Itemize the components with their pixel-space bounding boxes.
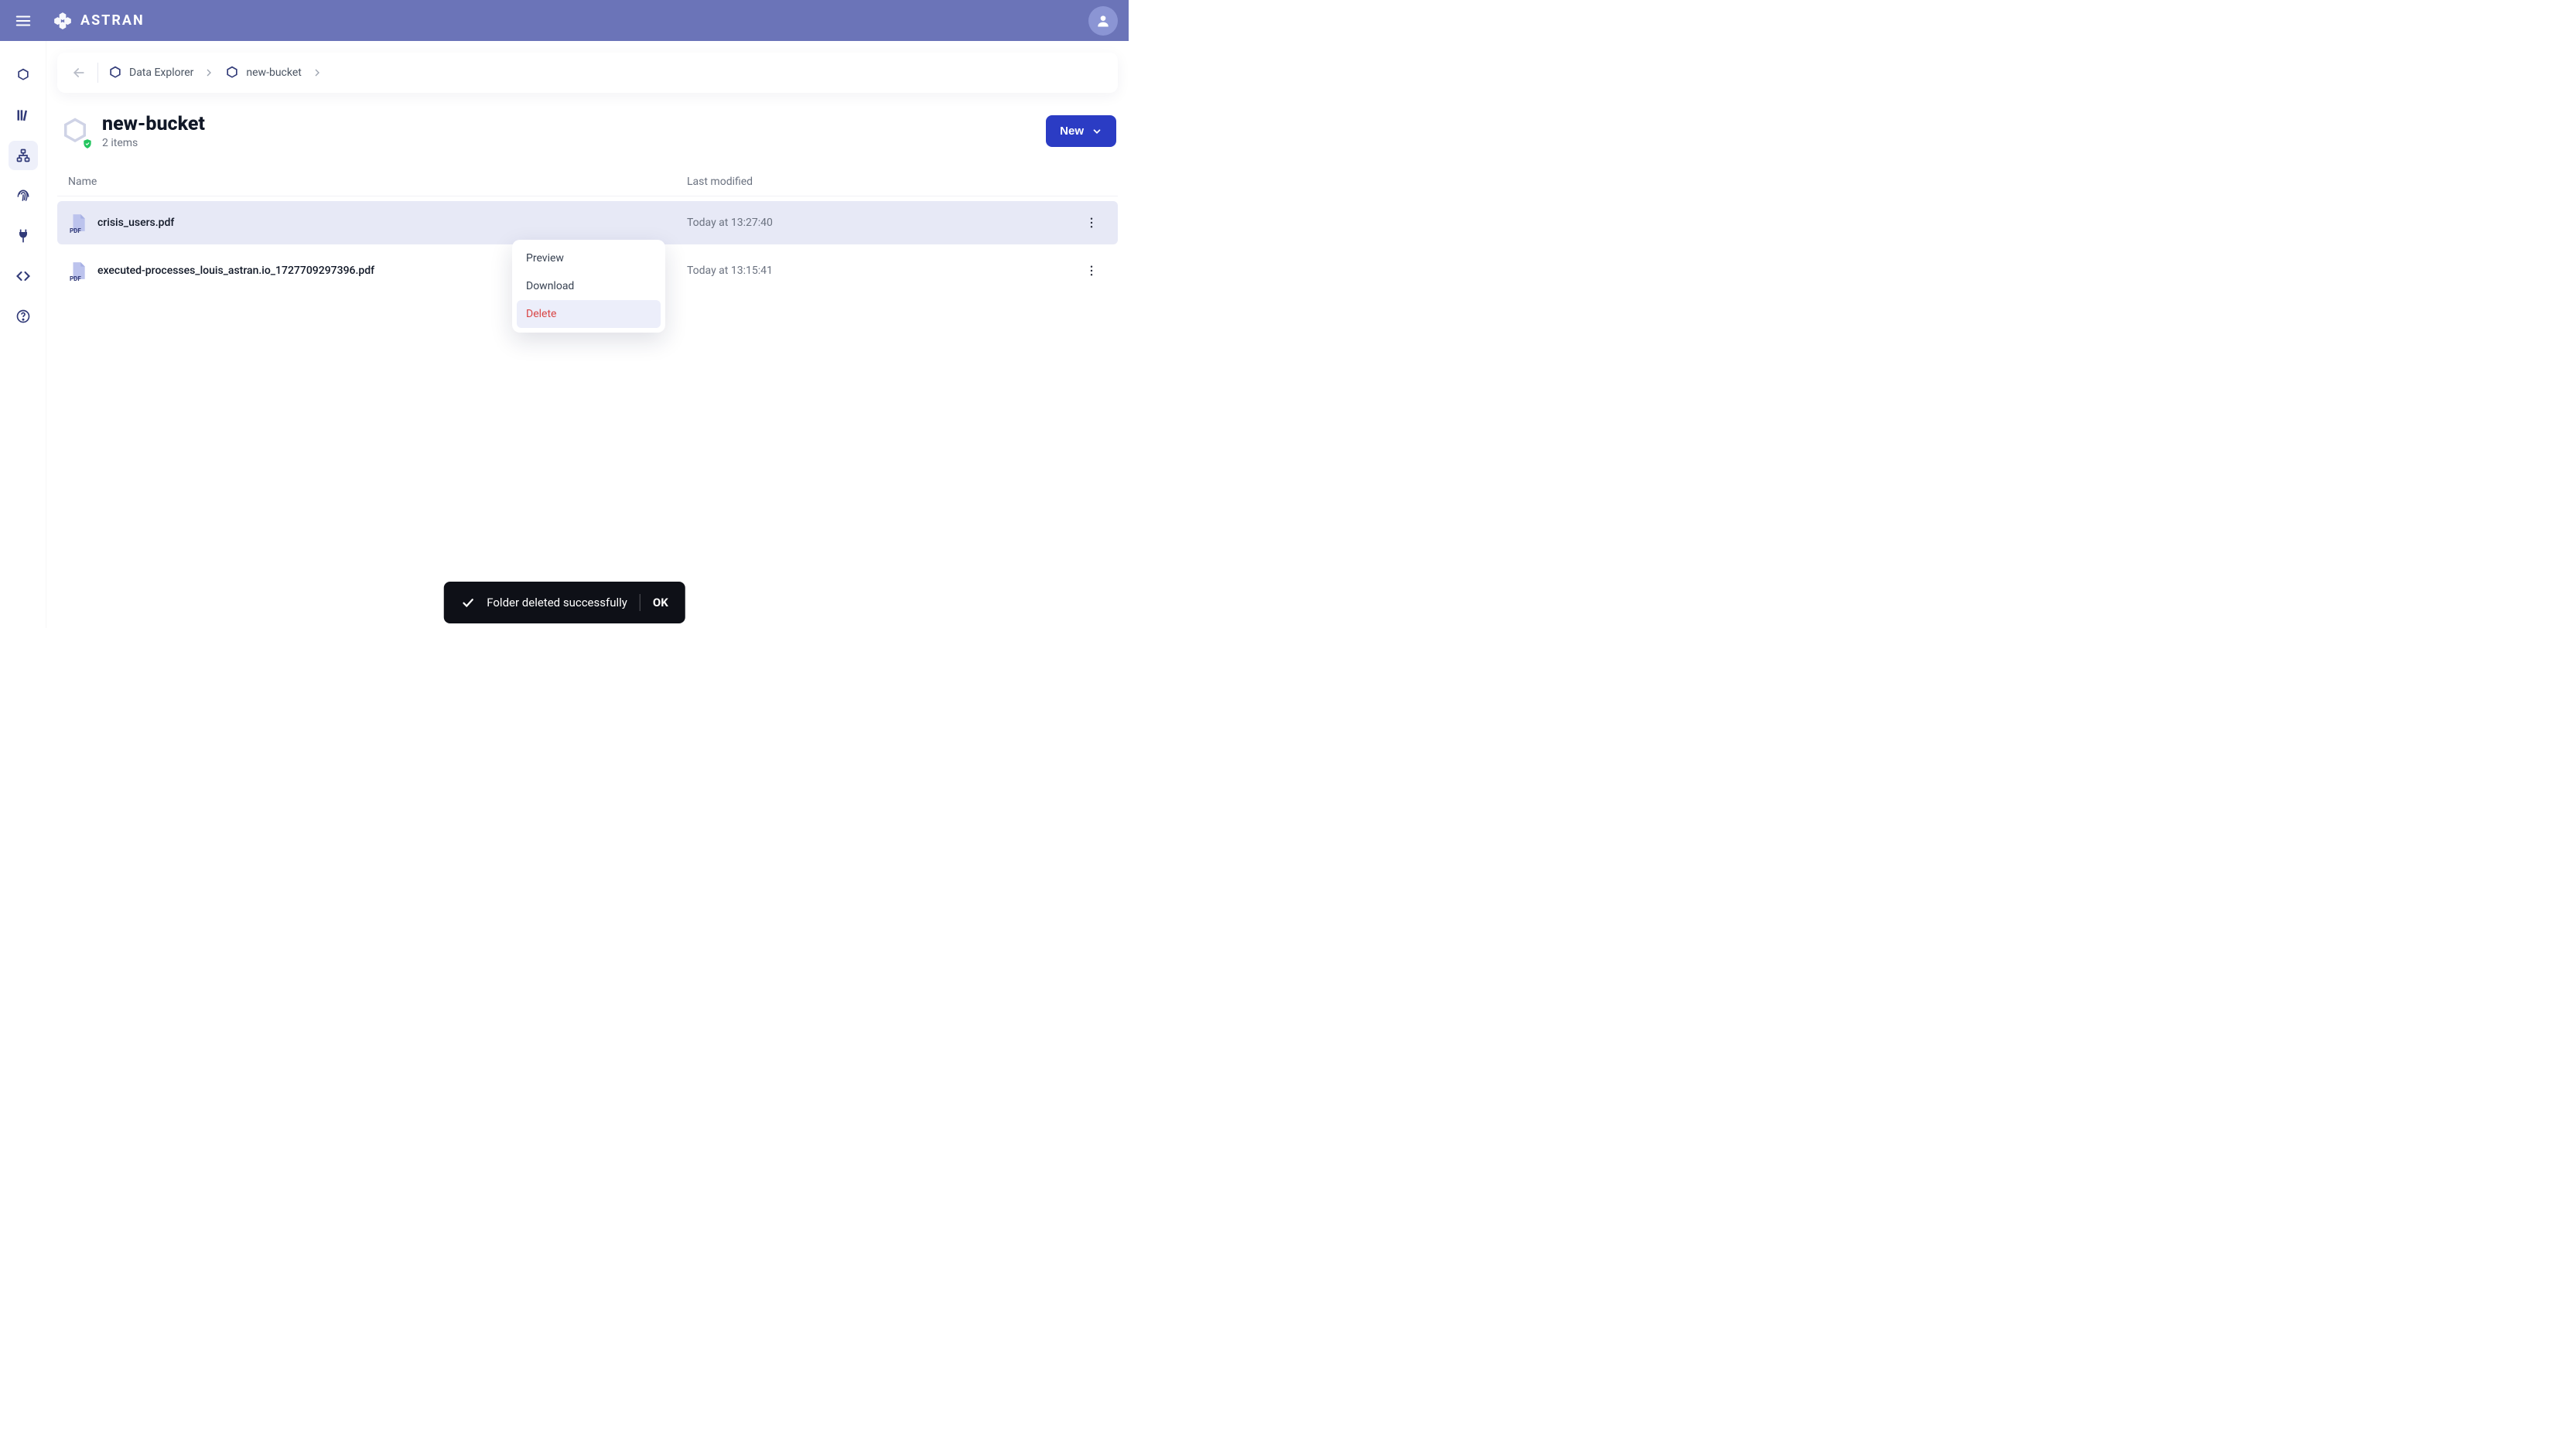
- network-icon: [15, 148, 31, 163]
- main-content: Data Explorer new-bucket new-bucket 2 it…: [46, 41, 1129, 628]
- file-name: executed-processes_louis_astran.io_17277…: [97, 265, 374, 277]
- page-title: new-bucket: [102, 113, 205, 135]
- check-icon: [460, 596, 474, 609]
- ctx-delete[interactable]: Delete: [517, 300, 661, 328]
- row-more-button[interactable]: [1076, 216, 1107, 230]
- brand: ASTRAN: [53, 11, 145, 31]
- cube-icon: [15, 67, 31, 83]
- brand-name: ASTRAN: [80, 12, 145, 29]
- breadcrumb-label: new-bucket: [246, 67, 301, 79]
- help-icon: [15, 309, 31, 324]
- fingerprint-icon: [15, 188, 31, 203]
- toast-message: Folder deleted successfully: [487, 596, 627, 609]
- ctx-download[interactable]: Download: [517, 272, 661, 300]
- brand-logo-icon: [53, 11, 73, 31]
- context-menu: Preview Download Delete: [512, 240, 665, 333]
- page-subtitle: 2 items: [102, 137, 205, 149]
- toast: Folder deleted successfully OK: [443, 582, 685, 623]
- nav-data-explorer[interactable]: [9, 141, 38, 170]
- chevron-right-icon: [311, 67, 323, 79]
- new-button[interactable]: New: [1046, 115, 1116, 147]
- more-vertical-icon: [1085, 216, 1098, 230]
- breadcrumb: Data Explorer new-bucket: [57, 53, 1118, 93]
- plug-icon: [15, 228, 31, 244]
- pdf-file-icon: PDF: [68, 213, 88, 233]
- breadcrumb-label: Data Explorer: [129, 67, 193, 79]
- library-icon: [15, 108, 31, 123]
- toast-ok-button[interactable]: OK: [653, 596, 668, 609]
- breadcrumb-item-current[interactable]: new-bucket: [224, 65, 301, 80]
- code-icon: [15, 268, 31, 284]
- chevron-right-icon: [203, 67, 215, 79]
- breadcrumb-back-button[interactable]: [71, 63, 98, 83]
- nav-help[interactable]: [9, 302, 38, 331]
- nav-integrations[interactable]: [9, 221, 38, 251]
- file-modified: Today at 13:27:40: [687, 217, 1076, 229]
- cube-small-icon: [224, 65, 240, 80]
- more-vertical-icon: [1085, 264, 1098, 278]
- file-modified: Today at 13:15:41: [687, 265, 1076, 277]
- topbar: ASTRAN: [0, 0, 1129, 41]
- nav-library[interactable]: [9, 101, 38, 130]
- page-header: new-bucket 2 items New: [57, 113, 1118, 149]
- bucket-icon: [59, 115, 91, 148]
- breadcrumb-item-root[interactable]: Data Explorer: [108, 65, 193, 80]
- nav-fingerprint[interactable]: [9, 181, 38, 210]
- pdf-file-icon: PDF: [68, 261, 88, 281]
- chevron-down-icon: [1092, 126, 1102, 137]
- ctx-preview[interactable]: Preview: [517, 244, 661, 272]
- col-header-name: Name: [68, 176, 687, 188]
- cube-small-icon: [108, 65, 123, 80]
- table-header: Name Last modified: [57, 168, 1118, 196]
- col-header-modified: Last modified: [687, 176, 1076, 188]
- arrow-left-icon: [71, 65, 87, 80]
- menu-toggle-button[interactable]: [8, 5, 39, 36]
- divider: [640, 594, 641, 611]
- hamburger-icon: [15, 12, 32, 29]
- person-icon: [1095, 13, 1111, 29]
- new-button-label: New: [1060, 125, 1084, 138]
- table-row[interactable]: PDF crisis_users.pdf Today at 13:27:40: [57, 201, 1118, 244]
- row-more-button[interactable]: [1076, 264, 1107, 278]
- file-name: crisis_users.pdf: [97, 217, 174, 229]
- nav-home[interactable]: [9, 60, 38, 90]
- user-avatar-button[interactable]: [1088, 6, 1118, 36]
- verified-shield-icon: [82, 138, 93, 149]
- nav-developers[interactable]: [9, 261, 38, 291]
- sidebar: [0, 41, 46, 628]
